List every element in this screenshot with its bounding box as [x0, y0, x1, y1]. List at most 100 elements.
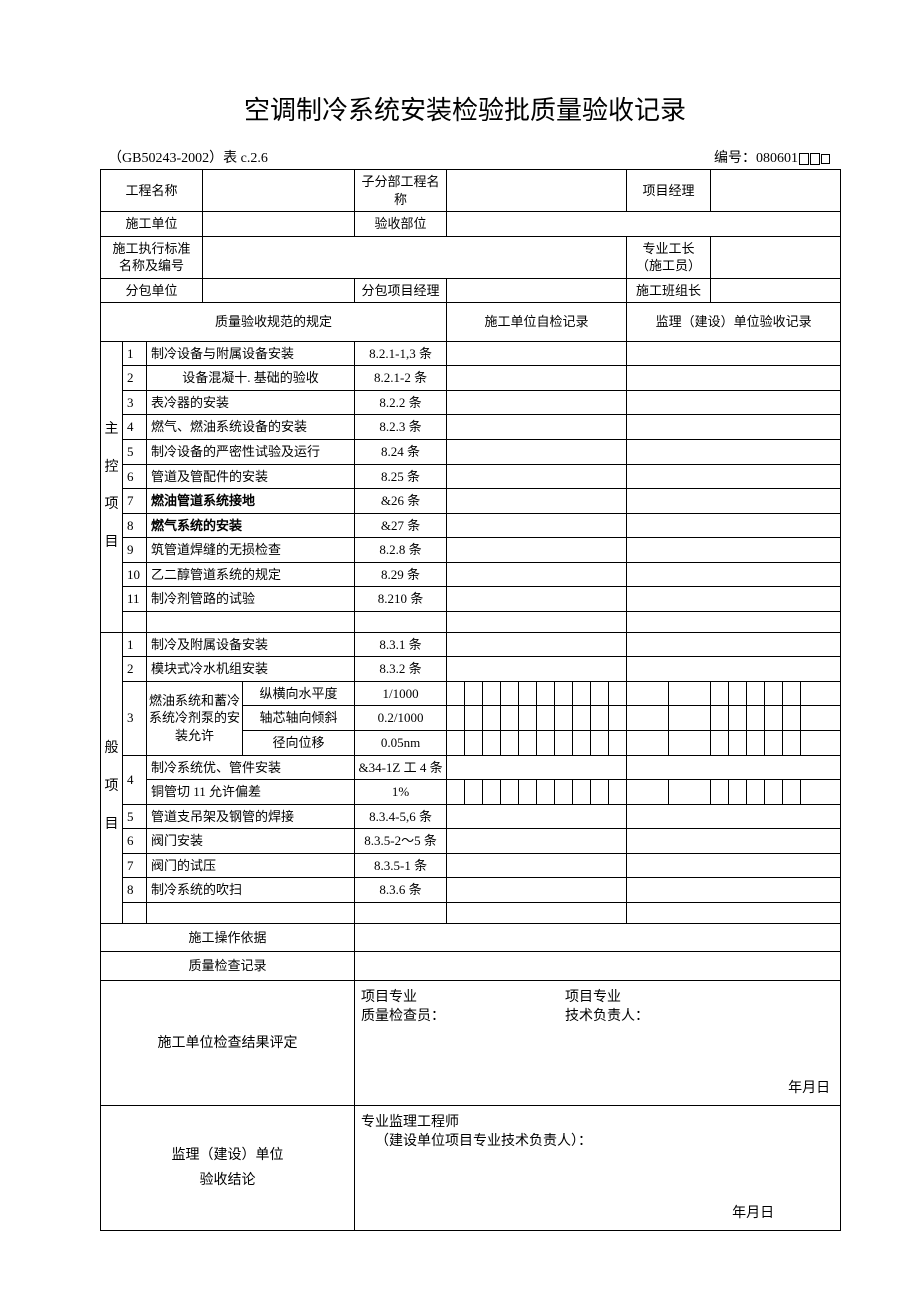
check-cell[interactable] — [765, 706, 783, 731]
sup-check-cell[interactable] — [627, 464, 841, 489]
self-check-cell[interactable] — [447, 440, 627, 465]
check-cell[interactable] — [573, 780, 591, 805]
check-cell[interactable] — [501, 706, 519, 731]
sup-cell[interactable] — [669, 780, 711, 805]
sup-check-cell[interactable] — [627, 489, 841, 514]
check-cell[interactable] — [609, 731, 627, 756]
field-contractor[interactable] — [203, 212, 355, 237]
self-check-cell[interactable] — [447, 587, 627, 612]
sup-check-cell[interactable] — [627, 538, 841, 563]
sup-cell[interactable] — [627, 681, 669, 706]
sup-check-cell[interactable] — [627, 366, 841, 391]
check-cell[interactable] — [483, 706, 501, 731]
self-check-cell[interactable] — [447, 415, 627, 440]
check-cell[interactable] — [729, 731, 747, 756]
check-cell[interactable] — [447, 780, 465, 805]
check-cell[interactable] — [447, 706, 465, 731]
check-cell[interactable] — [573, 681, 591, 706]
check-cell[interactable] — [765, 780, 783, 805]
field-std[interactable] — [203, 236, 627, 278]
field-qc-record[interactable] — [355, 952, 841, 981]
sup-check-cell[interactable] — [627, 829, 841, 854]
check-cell[interactable] — [537, 706, 555, 731]
check-cell[interactable] — [729, 681, 747, 706]
check-cell[interactable] — [765, 681, 783, 706]
check-cell[interactable] — [729, 706, 747, 731]
self-check-cell[interactable] — [447, 829, 627, 854]
field-proj-name[interactable] — [203, 170, 355, 212]
self-check-cell[interactable] — [447, 657, 627, 682]
check-cell[interactable] — [609, 780, 627, 805]
sup-check-cell[interactable] — [627, 587, 841, 612]
self-check-cell[interactable] — [447, 755, 627, 780]
check-cell[interactable] — [747, 780, 765, 805]
sig-body[interactable]: 项目专业 质量检查员： 项目专业 技术负责人： 年月日 — [355, 980, 841, 1105]
check-cell[interactable] — [465, 780, 483, 805]
sup-cell[interactable] — [627, 731, 669, 756]
sup-check-cell[interactable] — [627, 755, 841, 780]
self-check-cell[interactable] — [447, 804, 627, 829]
check-cell[interactable] — [555, 681, 573, 706]
check-cell[interactable] — [519, 780, 537, 805]
check-cell[interactable] — [519, 681, 537, 706]
check-cell[interactable] — [483, 681, 501, 706]
field-pm[interactable] — [711, 170, 841, 212]
field-op-basis[interactable] — [355, 923, 841, 952]
check-cell[interactable] — [501, 731, 519, 756]
sup-check-cell[interactable] — [627, 390, 841, 415]
check-cell[interactable] — [783, 706, 801, 731]
self-check-cell[interactable] — [447, 390, 627, 415]
self-check-cell[interactable] — [447, 464, 627, 489]
check-cell[interactable] — [573, 731, 591, 756]
sup-check-cell[interactable] — [627, 853, 841, 878]
check-cell[interactable] — [519, 731, 537, 756]
check-cell[interactable] — [747, 681, 765, 706]
check-cell[interactable] — [555, 706, 573, 731]
field-sub-pm[interactable] — [447, 278, 627, 303]
sup-cell[interactable] — [627, 780, 669, 805]
check-cell[interactable] — [801, 731, 841, 756]
check-cell[interactable] — [591, 681, 609, 706]
self-check-cell[interactable] — [447, 853, 627, 878]
check-cell[interactable] — [609, 706, 627, 731]
check-cell[interactable] — [555, 780, 573, 805]
check-cell[interactable] — [537, 780, 555, 805]
check-cell[interactable] — [591, 731, 609, 756]
check-cell[interactable] — [537, 681, 555, 706]
check-cell[interactable] — [711, 681, 729, 706]
self-check-cell[interactable] — [447, 878, 627, 903]
self-check-cell[interactable] — [447, 632, 627, 657]
check-cell[interactable] — [555, 731, 573, 756]
field-subcon[interactable] — [203, 278, 355, 303]
check-cell[interactable] — [591, 780, 609, 805]
check-cell[interactable] — [501, 780, 519, 805]
check-cell[interactable] — [483, 731, 501, 756]
check-cell[interactable] — [591, 706, 609, 731]
check-cell[interactable] — [747, 706, 765, 731]
check-cell[interactable] — [447, 731, 465, 756]
sup-cell[interactable] — [669, 706, 711, 731]
sup-check-cell[interactable] — [627, 440, 841, 465]
sup-check-cell[interactable] — [627, 632, 841, 657]
check-cell[interactable] — [465, 731, 483, 756]
check-cell[interactable] — [501, 681, 519, 706]
check-cell[interactable] — [609, 681, 627, 706]
sup-check-cell[interactable] — [627, 804, 841, 829]
sup-check-cell[interactable] — [627, 878, 841, 903]
sup-check-cell[interactable] — [627, 562, 841, 587]
sig-body[interactable]: 专业监理工程师 （建设单位项目专业技术负责人）： 年月日 — [355, 1105, 841, 1230]
check-cell[interactable] — [711, 780, 729, 805]
check-cell[interactable] — [465, 706, 483, 731]
check-cell[interactable] — [519, 706, 537, 731]
sup-cell[interactable] — [669, 731, 711, 756]
sup-cell[interactable] — [669, 681, 711, 706]
check-cell[interactable] — [711, 731, 729, 756]
self-check-cell[interactable] — [447, 341, 627, 366]
sup-check-cell[interactable] — [627, 513, 841, 538]
sup-check-cell[interactable] — [627, 657, 841, 682]
check-cell[interactable] — [801, 780, 841, 805]
check-cell[interactable] — [447, 681, 465, 706]
field-sub-proj[interactable] — [447, 170, 627, 212]
check-cell[interactable] — [765, 731, 783, 756]
sup-check-cell[interactable] — [627, 415, 841, 440]
